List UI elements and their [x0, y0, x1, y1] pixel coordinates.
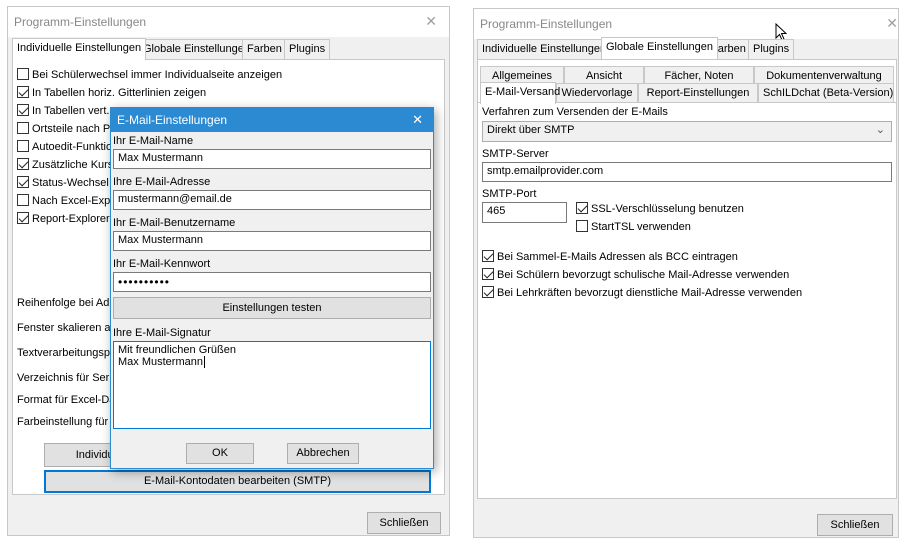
checkbox-label: Report-Explorer a	[32, 213, 119, 225]
port-label: SMTP-Port	[482, 188, 537, 200]
checkbox-row[interactable]: In Tabellen horiz. Gitterlinien zeigen	[17, 86, 206, 99]
checkbox-row[interactable]: Report-Explorer a	[17, 212, 119, 225]
tab-global[interactable]: Globale Einstellungen	[601, 37, 719, 59]
checkbox[interactable]	[482, 286, 494, 298]
checkbox-label: Bei Schülerwechsel immer Individualseite…	[32, 69, 283, 81]
window-title: Programm-Einstellungen	[14, 15, 147, 29]
checkbox-label: Bei Schülern bevorzugt schulische Mail-A…	[497, 269, 790, 281]
address-label: Ihre E-Mail-Adresse	[113, 176, 211, 188]
checkbox[interactable]	[17, 122, 29, 134]
name-label: Ihr E-Mail-Name	[113, 135, 194, 147]
checkbox-row[interactable]: Status-Wechsel o	[17, 176, 118, 189]
setting-label: Fenster skalieren au	[17, 322, 117, 334]
checkbox[interactable]	[17, 176, 29, 188]
setting-label: Reihenfolge bei Adre	[17, 297, 120, 309]
signature-textarea[interactable]: Mit freundlichen Grüßen Max Mustermann	[113, 341, 431, 429]
subtab-report-settings[interactable]: Report-Einstellungen	[638, 83, 758, 103]
close-icon[interactable]: ✕	[425, 13, 437, 30]
close-icon[interactable]: ✕	[886, 15, 898, 32]
ok-button[interactable]: OK	[186, 443, 254, 464]
tab-plugins[interactable]: Plugins	[748, 39, 795, 59]
smtp-server-field[interactable]: smtp.emailprovider.com	[482, 162, 892, 182]
method-selected-value: Direkt über SMTP	[487, 124, 575, 136]
ssl-checkbox[interactable]	[576, 202, 588, 214]
window-title: Programm-Einstellungen	[480, 17, 613, 31]
tab-panel: Allgemeines Ansicht Fächer, Noten Dokume…	[477, 59, 897, 499]
starttls-label: StartTSL verwenden	[591, 221, 691, 233]
right-settings-window: Programm-Einstellungen ✕ Individuelle Ei…	[473, 8, 899, 538]
email-address-field[interactable]: mustermann@email.de	[113, 190, 431, 210]
title-bar: Programm-Einstellungen ✕	[474, 9, 898, 39]
close-button[interactable]: Schließen	[817, 514, 893, 536]
ssl-checkbox-row[interactable]: SSL-Verschlüsselung benutzen	[576, 202, 744, 215]
title-bar: Programm-Einstellungen ✕	[8, 7, 449, 37]
setting-label: Verzeichnis für Serie	[17, 372, 118, 384]
server-label: SMTP-Server	[482, 148, 549, 160]
checkbox[interactable]	[17, 194, 29, 206]
checkbox-label: In Tabellen horiz. Gitterlinien zeigen	[32, 87, 207, 99]
option-checkbox-row[interactable]: Bei Sammel-E-Mails Adressen als BCC eint…	[482, 250, 738, 263]
cancel-button[interactable]: Abbrechen	[287, 443, 359, 464]
checkbox[interactable]	[17, 158, 29, 170]
close-icon[interactable]: ✕	[412, 112, 423, 128]
checkbox-label: Bei Lehrkräften bevorzugt dienstliche Ma…	[497, 287, 803, 299]
checkbox[interactable]	[17, 86, 29, 98]
starttls-checkbox-row[interactable]: StartTSL verwenden	[576, 220, 691, 233]
checkbox-label: Zusätzliche Kursle	[32, 159, 122, 171]
checkbox[interactable]	[17, 212, 29, 224]
checkbox-row[interactable]: Ortsteile nach PLZ	[17, 122, 123, 135]
dialog-title: E-Mail-Einstellungen	[117, 113, 228, 127]
subtab-email-sending[interactable]: E-Mail-Versand	[480, 82, 560, 104]
checkbox-label: Bei Sammel-E-Mails Adressen als BCC eint…	[497, 251, 738, 263]
tab-global[interactable]: Globale Einstellungen	[138, 39, 256, 59]
signature-line: Mit freundlichen Grüßen	[118, 344, 236, 356]
dialog-title-bar: E-Mail-Einstellungen ✕	[111, 108, 433, 132]
checkbox-label: In Tabellen vert.	[32, 105, 110, 117]
tab-individual[interactable]: Individuelle Einstellungen	[477, 39, 612, 59]
checkbox-label: Nach Excel-Expor	[32, 195, 121, 207]
checkbox[interactable]	[17, 104, 29, 116]
tab-individual[interactable]: Individuelle Einstellungen	[12, 38, 147, 60]
setting-label: Format für Excel-Dat	[17, 394, 119, 406]
tab-plugins[interactable]: Plugins	[284, 39, 331, 59]
checkbox-row[interactable]: Bei Schülerwechsel immer Individualseite…	[17, 68, 282, 81]
checkbox[interactable]	[17, 140, 29, 152]
checkbox-label: Status-Wechsel o	[32, 177, 119, 189]
ssl-label: SSL-Verschlüsselung benutzen	[591, 203, 744, 215]
name-field[interactable]: Max Mustermann	[113, 149, 431, 169]
tab-colors[interactable]: Farben	[242, 39, 287, 59]
chevron-down-icon: ⌄	[875, 124, 885, 136]
method-label: Verfahren zum Versenden der E-Mails	[482, 106, 668, 118]
username-field[interactable]: Max Mustermann	[113, 231, 431, 251]
setting-label: Textverarbeitungspr	[17, 347, 114, 359]
checkbox-row[interactable]: Zusätzliche Kursle	[17, 158, 122, 171]
checkbox-row[interactable]: Nach Excel-Expor	[17, 194, 120, 207]
checkbox-label: Autoedit-Funktion	[32, 141, 119, 153]
signature-line: Max Mustermann	[118, 356, 205, 368]
email-settings-dialog: E-Mail-Einstellungen ✕ Ihr E-Mail-Name M…	[110, 107, 434, 469]
checkbox-row[interactable]: Autoedit-Funktion	[17, 140, 118, 153]
subtab-schildchat[interactable]: SchILDchat (Beta-Version)	[758, 83, 894, 103]
checkbox-row[interactable]: In Tabellen vert.	[17, 104, 109, 117]
starttls-checkbox[interactable]	[576, 220, 588, 232]
option-checkbox-row[interactable]: Bei Schülern bevorzugt schulische Mail-A…	[482, 268, 789, 281]
password-label: Ihr E-Mail-Kennwort	[113, 258, 211, 270]
smtp-port-field[interactable]: 465	[482, 202, 567, 223]
option-checkbox-row[interactable]: Bei Lehrkräften bevorzugt dienstliche Ma…	[482, 286, 802, 299]
checkbox[interactable]	[17, 68, 29, 80]
test-settings-button[interactable]: Einstellungen testen	[113, 297, 431, 319]
checkbox[interactable]	[482, 250, 494, 262]
signature-label: Ihre E-Mail-Signatur	[113, 327, 211, 339]
method-select[interactable]: Direkt über SMTP ⌄	[482, 121, 892, 142]
username-label: Ihr E-Mail-Benutzername	[113, 217, 236, 229]
password-field[interactable]: ••••••••••	[113, 272, 431, 292]
smtp-edit-button[interactable]: E-Mail-Kontodaten bearbeiten (SMTP)	[44, 470, 431, 493]
close-button[interactable]: Schließen	[367, 512, 441, 534]
checkbox[interactable]	[482, 268, 494, 280]
subtab-resubmission[interactable]: Wiedervorlage	[556, 83, 638, 103]
setting-label: Farbeinstellung für S	[17, 416, 119, 428]
